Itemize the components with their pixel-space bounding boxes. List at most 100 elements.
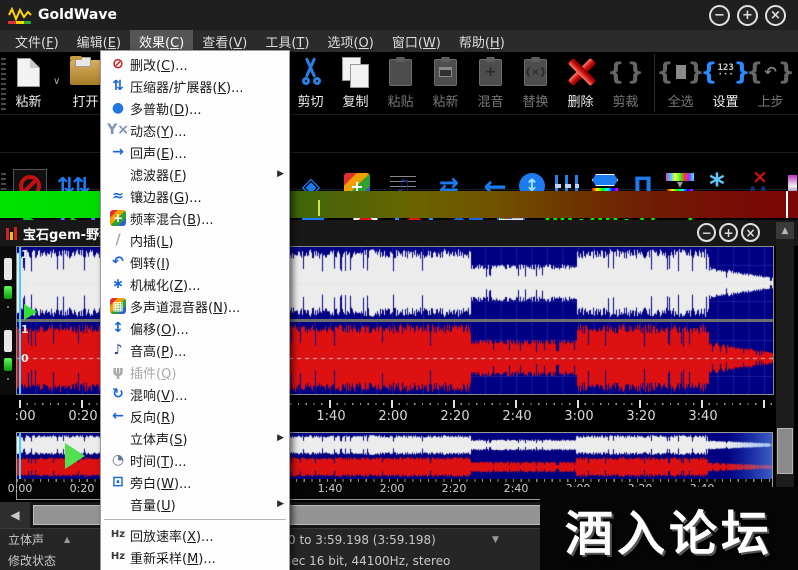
watermark: 酒入论坛 bbox=[540, 487, 798, 570]
menu-item-label: 重新采样(M)... bbox=[130, 551, 216, 567]
menu-item-echo[interactable]: → 回声(E)... bbox=[101, 141, 289, 163]
menu-item-label: 插件(Q) bbox=[130, 366, 177, 382]
window-controls: − + × bbox=[709, 4, 786, 26]
menu-item-channel-mixer[interactable]: ▦ 多声道混音器(N)... bbox=[101, 295, 289, 317]
amplitude-label: 1 bbox=[21, 323, 29, 336]
paste-new-button[interactable]: 粘新 bbox=[423, 54, 468, 112]
scroll-left-arrow-icon[interactable]: ◀ bbox=[0, 502, 30, 528]
menu-item-resample[interactable]: Hz 重新采样(M)... bbox=[101, 546, 289, 568]
menu-item-filter[interactable]: 滤波器(F) ▶ bbox=[101, 163, 289, 185]
menu-item-doppler[interactable]: ● 多普勒(D)... bbox=[101, 97, 289, 119]
menu-item-obliterate[interactable]: ⊘ 删改(C)... bbox=[101, 53, 289, 75]
plugin-icon: ψ bbox=[112, 364, 124, 380]
hz-chain-icon: Hz bbox=[110, 551, 126, 562]
channel-mixer-icon: ▦ bbox=[106, 298, 130, 314]
scroll-up-arrow-icon[interactable]: ▲ bbox=[776, 222, 794, 239]
prohibition-icon: ⊘ bbox=[112, 56, 124, 72]
menu-item-frequency-blend[interactable]: + 频率混合(B)... bbox=[101, 207, 289, 229]
trim-button[interactable]: { } 剪裁 bbox=[603, 54, 648, 112]
left-channel-led[interactable] bbox=[4, 286, 12, 299]
menu-item-reverse[interactable]: ← 反向(R) bbox=[101, 405, 289, 427]
paste-button[interactable]: 粘贴 bbox=[378, 54, 423, 112]
menu-item-flanger[interactable]: ≈ 镶边器(G)... bbox=[101, 185, 289, 207]
effects-menu-popup: ⊘ 删改(C)... ⇅ 压缩器/扩展器(K)... ● 多普勒(D)... Y× 动态(Y)… bbox=[100, 50, 290, 570]
amplitude-label: 1 bbox=[21, 248, 29, 261]
trim-braces-icon: { } bbox=[607, 58, 644, 86]
selection-start-marker[interactable] bbox=[19, 247, 21, 394]
overview-selection-marker bbox=[19, 433, 21, 479]
maximize-button[interactable]: + bbox=[737, 4, 758, 26]
clipboard-replace-icon: {×} bbox=[524, 56, 547, 86]
vertical-scrollbar[interactable]: ▲ bbox=[776, 222, 794, 502]
menu-bar: 文件(F) 编辑(E) 效果(C) 查看(V) 工具(T) 选项(O) 窗口(W) 帮助(H) bbox=[0, 29, 798, 53]
timeline-label: 2:20 bbox=[441, 482, 467, 495]
menu-item-interpolate[interactable]: / 内插(L) bbox=[101, 229, 289, 251]
clipboard-icon bbox=[389, 56, 412, 86]
selection-range-status[interactable]: 0 to 3:59.198 (3:59.198) bbox=[288, 533, 436, 547]
set-selection-icon: {123 ···} bbox=[700, 58, 751, 86]
menu-item-label: 时间(T)... bbox=[130, 454, 187, 470]
close-button[interactable]: × bbox=[765, 4, 786, 26]
menu-item-voice-over[interactable]: ⊡ 旁白(W)... bbox=[101, 471, 289, 493]
sound-close-button[interactable]: × bbox=[741, 223, 760, 242]
timeline-label: 1:40 bbox=[316, 409, 346, 424]
sound-maximize-button[interactable]: + bbox=[719, 223, 738, 242]
delete-button[interactable]: 删除 bbox=[558, 54, 603, 112]
mix-button[interactable]: + 混音 bbox=[468, 54, 513, 112]
clock-icon: ◔ bbox=[111, 452, 125, 468]
compressor-icon: ⇅ bbox=[112, 78, 124, 94]
menubar-item[interactable]: 帮助(H) bbox=[450, 30, 514, 53]
menu-item-label: 回放速率(X)... bbox=[130, 529, 214, 545]
menu-item-invert[interactable]: ↶ 倒转(I) bbox=[101, 251, 289, 273]
undo-button[interactable]: {↶} 上步 bbox=[746, 54, 795, 112]
copy-button[interactable]: 复制 bbox=[333, 54, 378, 112]
menu-item-playback-rate[interactable]: Hz 回放速率(X)... bbox=[101, 524, 289, 546]
menu-item-mechanize[interactable]: ∗ 机械化(Z)... bbox=[101, 273, 289, 295]
selection-dropdown-icon[interactable]: ▼ bbox=[492, 535, 499, 545]
goldwave-logo-icon bbox=[8, 6, 32, 24]
menu-item-plugin[interactable]: ψ 插件(Q) bbox=[101, 361, 289, 383]
voice-over-icon: ⊡ bbox=[112, 474, 124, 490]
menubar-item[interactable]: 文件(F) bbox=[6, 30, 68, 53]
menu-item-compressor-expander[interactable]: ⇅ 压缩器/扩展器(K)... bbox=[101, 75, 289, 97]
open-folder-icon bbox=[70, 55, 101, 85]
channel-mode-status[interactable]: 立体声 bbox=[8, 531, 44, 548]
menu-item-pitch[interactable]: ♪ 音高(P)... bbox=[101, 339, 289, 361]
interpolate-icon: / bbox=[115, 232, 121, 248]
timeline-label: 0:20 bbox=[68, 409, 98, 424]
new-dropdown-chevron-icon[interactable]: ∨ bbox=[53, 76, 60, 87]
menu-item-time-warp[interactable]: ◔ 时间(T)... bbox=[101, 449, 289, 471]
replace-button[interactable]: {×} 替换 bbox=[513, 54, 558, 112]
menu-item-volume[interactable]: 音量(U) ▶ bbox=[101, 493, 289, 515]
menu-item-stereo[interactable]: 立体声(S) ▶ bbox=[101, 427, 289, 449]
new-button[interactable]: 粘新 bbox=[6, 54, 51, 112]
sound-minimize-button[interactable]: − bbox=[697, 223, 716, 242]
menu-item-offset[interactable]: ↕ 偏移(O)... bbox=[101, 317, 289, 339]
menu-item-label: 多声道混音器(N)... bbox=[130, 300, 241, 316]
set-selection-button[interactable]: {123 ···} 设置 bbox=[700, 54, 751, 112]
hz-play-icon: Hz bbox=[110, 529, 126, 540]
modified-status: 修改状态 bbox=[8, 554, 57, 568]
right-channel-fader[interactable] bbox=[4, 330, 12, 352]
amplitude-label: 0 bbox=[21, 352, 29, 365]
invert-icon: ↶ bbox=[112, 254, 124, 270]
minimize-button[interactable]: − bbox=[709, 4, 730, 26]
copy-pages-icon bbox=[341, 57, 370, 88]
menu-item-label: 动态(Y)... bbox=[130, 124, 187, 140]
vertical-scroll-thumb[interactable] bbox=[777, 428, 793, 474]
menubar-item[interactable]: 窗口(W) bbox=[383, 30, 450, 53]
cut-button[interactable]: 剪切 bbox=[288, 54, 333, 112]
timeline-label: 3:40 bbox=[688, 409, 718, 424]
right-channel-led[interactable] bbox=[4, 358, 12, 371]
reverse-icon: ← bbox=[112, 408, 124, 424]
echo-icon: → bbox=[112, 144, 124, 160]
menu-item-reverb[interactable]: ↻ 混响(V)... bbox=[101, 383, 289, 405]
menubar-item[interactable]: 选项(O) bbox=[318, 30, 382, 53]
menu-item-dynamics[interactable]: Y× 动态(Y)... bbox=[101, 119, 289, 141]
doppler-icon: ● bbox=[111, 100, 125, 116]
menu-item-label: 音量(U) bbox=[130, 498, 176, 514]
sound-file-icon bbox=[6, 226, 17, 240]
left-channel-fader[interactable] bbox=[4, 258, 12, 280]
select-all-button[interactable]: {} 全选 bbox=[656, 54, 704, 112]
submenu-arrow-icon: ▶ bbox=[277, 499, 284, 509]
